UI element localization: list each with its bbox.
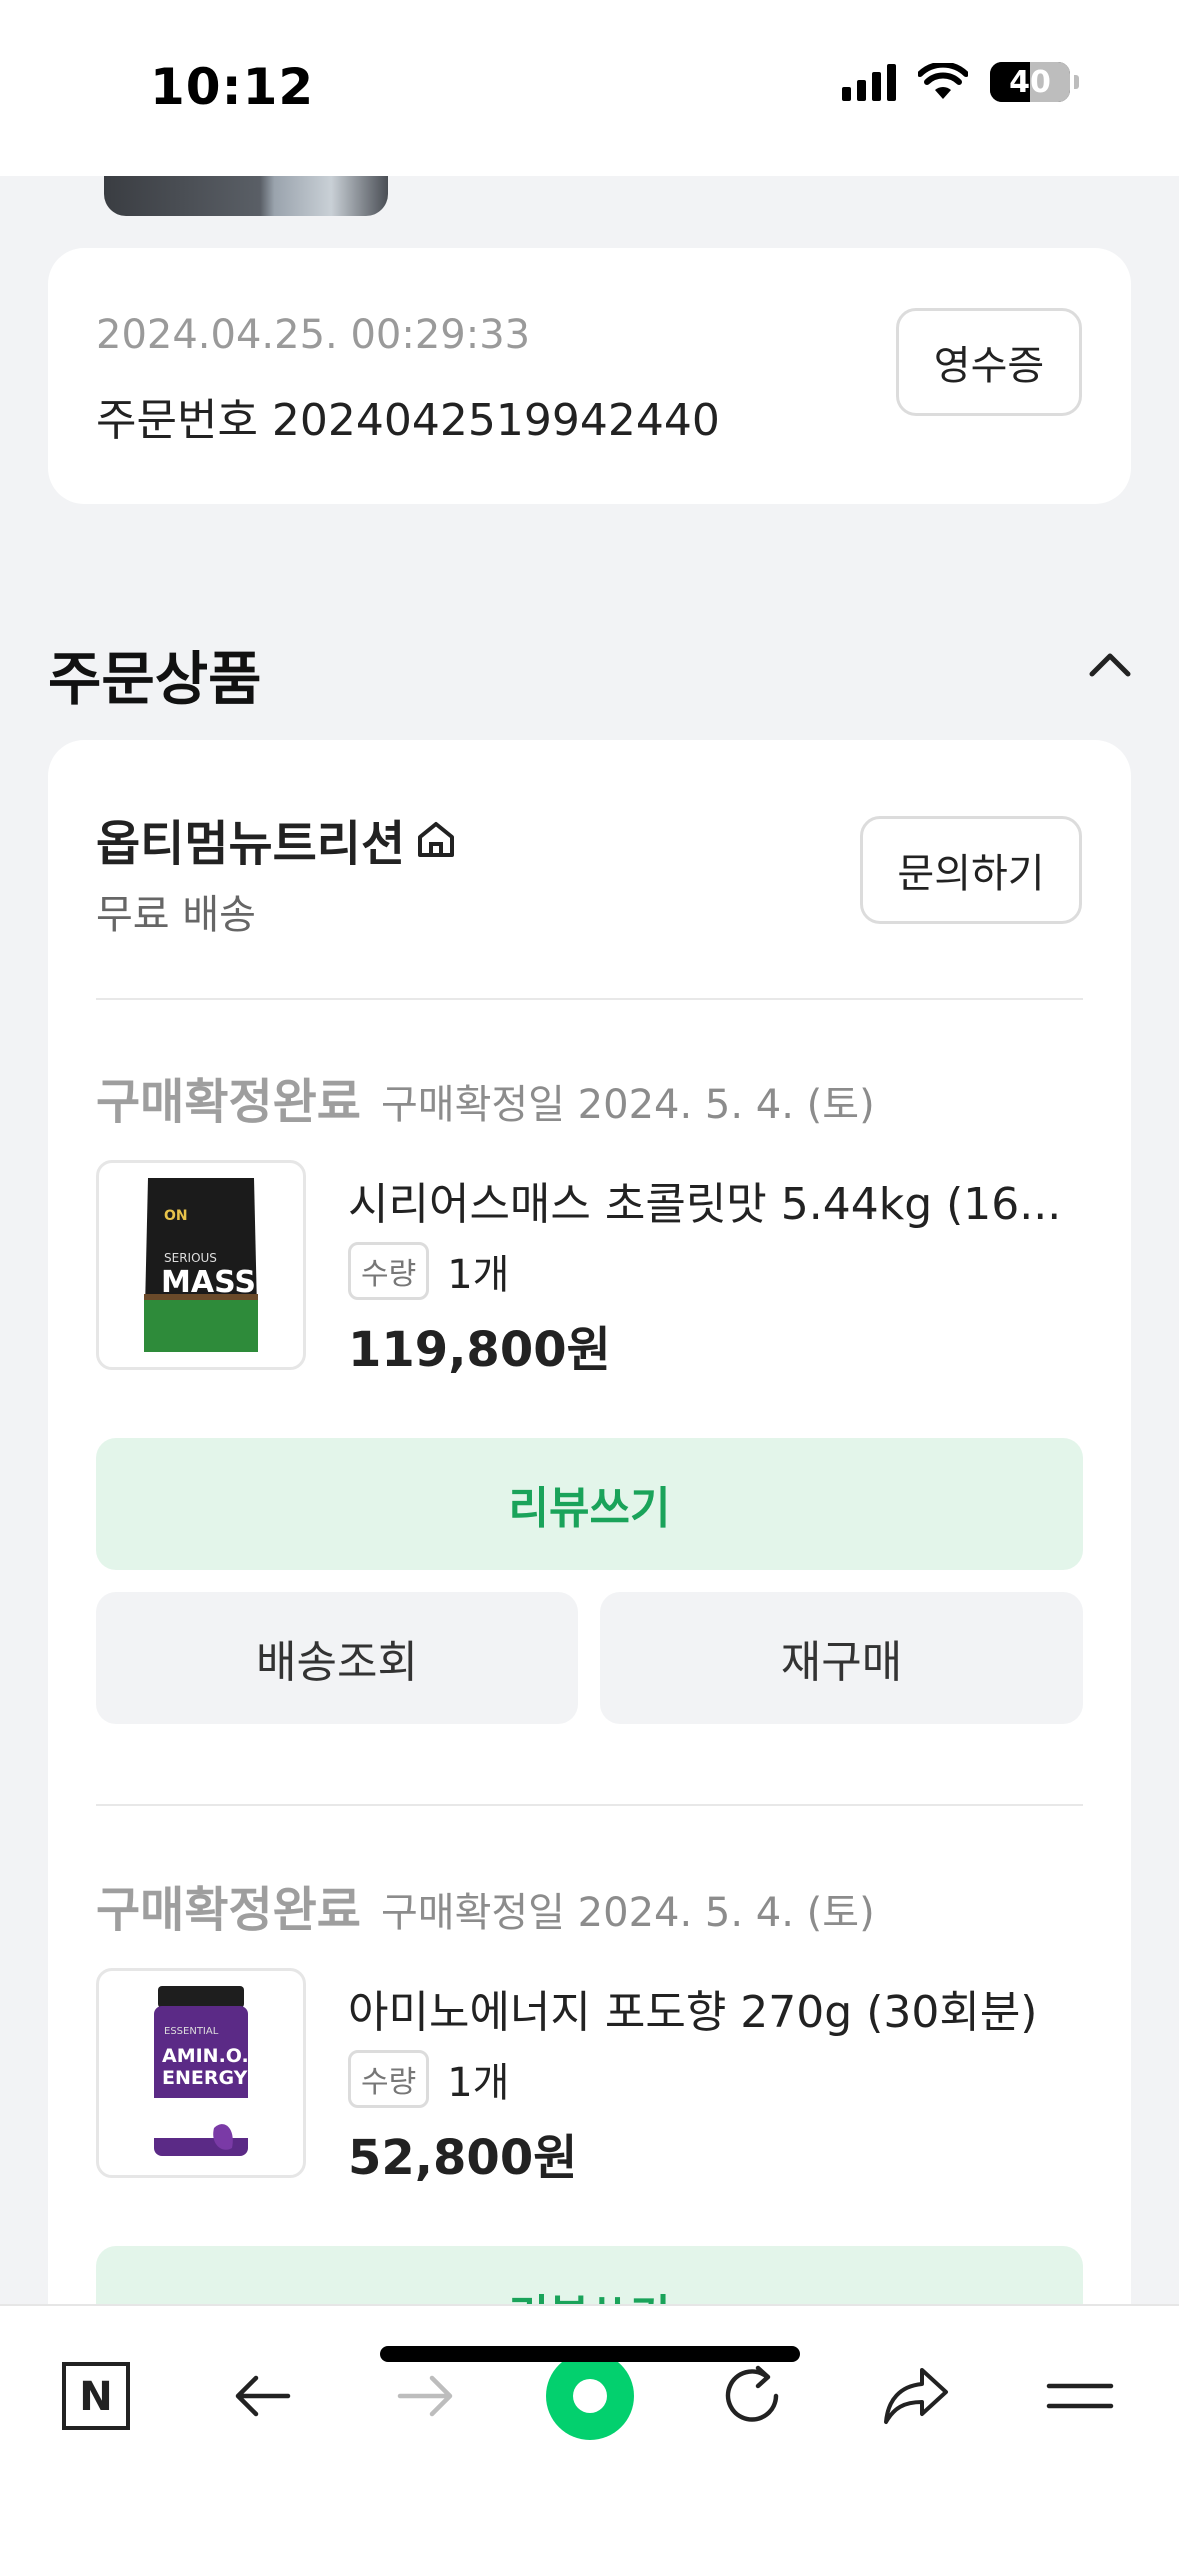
receipt-button[interactable]: 영수증 [896,308,1082,416]
refresh-icon [725,2365,779,2422]
browser-toolbar: N [0,2304,1179,2556]
serious-mass-package-image: ON SERIOUS MASS [144,1178,258,1352]
order-number: 주문번호 2024042519942440 [96,395,720,446]
purchase-status: 구매확정완료 [96,1882,361,1938]
order-datetime: 2024.04.25. 00:29:33 [96,312,531,358]
quantity-label: 수량 [348,1242,430,1300]
status-time: 10:12 [150,58,315,116]
naver-n-icon: N [62,2362,130,2430]
naver-home-button[interactable]: N [46,2346,146,2446]
status-bar: 10:12 40 [0,0,1179,176]
rebuy-button[interactable]: 재구매 [600,1592,1083,1724]
seller-name[interactable]: 옵티멈뉴트리션 [96,804,459,874]
quantity-value: 1개 [447,1252,510,1298]
product-price: 52,800원 [348,2130,578,2186]
quantity-row: 수량 1개 [348,2050,509,2108]
track-delivery-button[interactable]: 배송조회 [96,1592,578,1724]
seller-name-label: 옵티멈뉴트리션 [96,816,406,872]
status-icons: 40 [842,62,1079,102]
order-products-card: 옵티멈뉴트리션 무료 배송 문의하기 구매확정완료 구매확정일 2024. 5.… [48,740,1131,2556]
share-arrow-icon [884,2368,948,2424]
product-thumbnail[interactable]: ON SERIOUS MASS [96,1160,306,1370]
write-review-button[interactable]: 리뷰쓰기 [96,1438,1083,1570]
svg-text:ON: ON [164,1208,188,1224]
divider [96,1804,1083,1806]
purchase-status: 구매확정완료 [96,1074,361,1130]
battery-tip [1074,75,1079,89]
product-price: 119,800원 [348,1322,611,1378]
battery-icon: 40 [990,62,1070,102]
section-title: 주문상품 [48,645,262,713]
svg-text:N: N [79,2374,112,2420]
item-status: 구매확정완료 구매확정일 2024. 5. 4. (토) [96,1062,875,1132]
home-indicator[interactable] [380,2346,800,2362]
wifi-icon [918,63,968,99]
divider [96,998,1083,1000]
order-info-card: 2024.04.25. 00:29:33 주문번호 20240425199424… [48,248,1131,504]
svg-text:MASS: MASS [161,1265,256,1300]
shipping-info: 무료 배송 [96,892,256,938]
product-name[interactable]: 아미노에너지 포도향 270g (30회분) [348,1976,1068,2040]
item-status: 구매확정완료 구매확정일 2024. 5. 4. (토) [96,1870,875,1940]
confirm-date: 구매확정일 2024. 5. 4. (토) [380,1082,875,1128]
share-button[interactable] [866,2346,966,2446]
svg-text:SERIOUS: SERIOUS [164,1251,217,1265]
hamburger-menu-icon [1046,2383,1114,2409]
store-home-icon [418,822,455,857]
svg-text:ESSENTIAL: ESSENTIAL [164,2026,219,2037]
menu-button[interactable] [1030,2346,1130,2446]
arrow-right-icon [397,2375,453,2417]
product-thumbnail[interactable]: ESSENTIAL AMIN.O. ENERGY [96,1968,306,2178]
quantity-label: 수량 [348,2050,430,2108]
arrow-left-icon [235,2375,291,2417]
product-image-partial [104,176,388,216]
chevron-up-icon[interactable] [1086,640,1134,688]
inquiry-button[interactable]: 문의하기 [860,816,1082,924]
confirm-date: 구매확정일 2024. 5. 4. (토) [380,1890,875,1936]
cellular-signal-icon [842,63,896,101]
quantity-value: 1개 [447,2060,510,2106]
product-name[interactable]: 시리어스매스 초콜릿맛 5.44kg (16... [348,1168,1068,1232]
quantity-row: 수량 1개 [348,1242,509,1300]
amino-energy-tub-image: ESSENTIAL AMIN.O. ENERGY [154,1986,249,2156]
green-dot-icon [546,2352,634,2440]
svg-text:AMIN.O.: AMIN.O. [162,2045,249,2067]
back-button[interactable] [212,2346,312,2446]
svg-text:ENERGY: ENERGY [162,2067,248,2089]
